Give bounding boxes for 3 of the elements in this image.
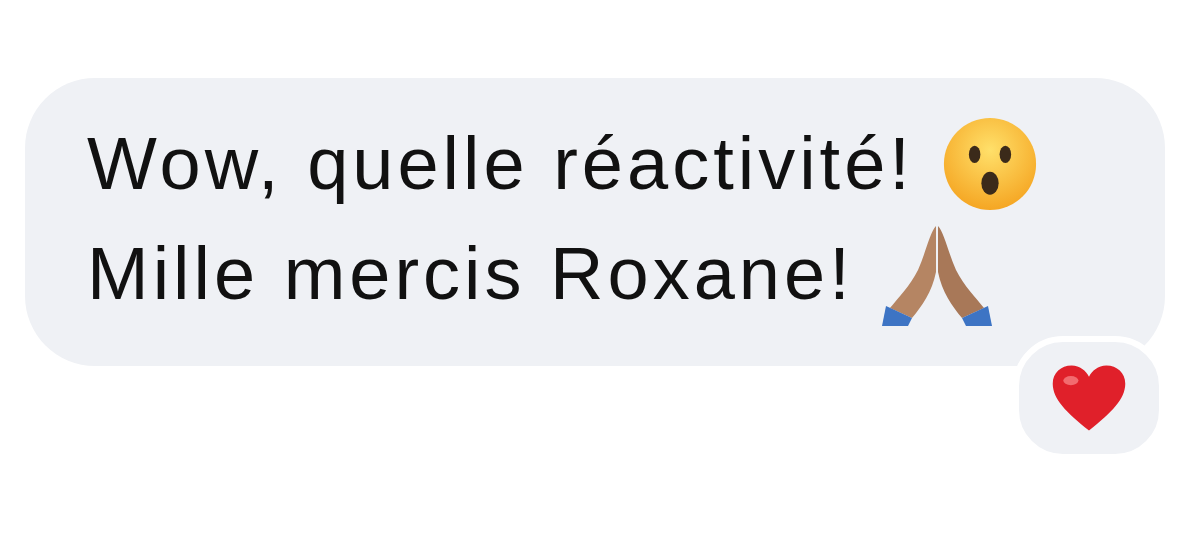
surprised-face-icon [941, 116, 1038, 212]
heart-icon [1051, 364, 1127, 432]
message-text: Mille mercis Roxane! [87, 237, 854, 311]
